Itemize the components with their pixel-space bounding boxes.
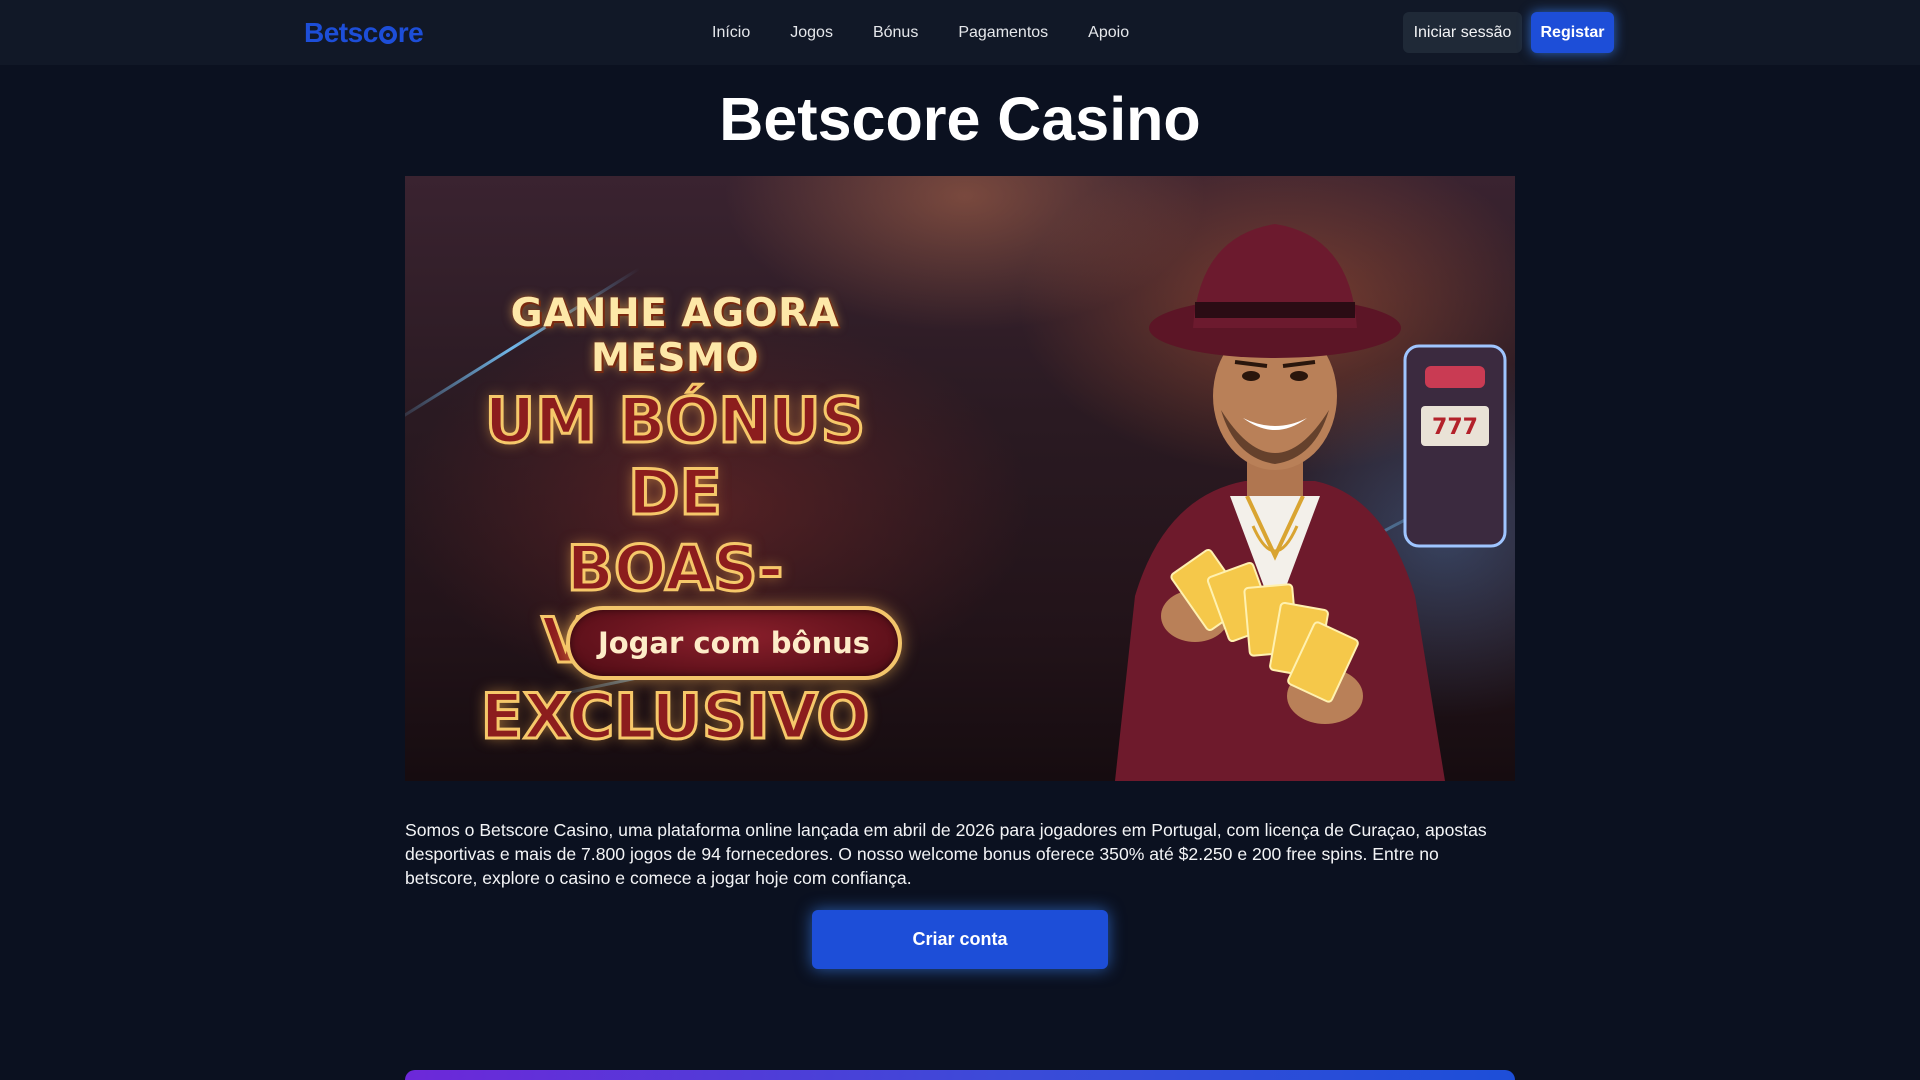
banner-headline-line-1: GANHE AGORA MESMO [510, 291, 840, 381]
nav-item-bonus[interactable]: Bónus [853, 24, 938, 42]
slot-machine-icon: 777 [1403, 344, 1507, 548]
banner-headline: GANHE AGORA MESMO UM BÓNUS DE BOAS-VINDA… [455, 291, 895, 754]
play-with-bonus-button[interactable]: Jogar com bônus [566, 606, 902, 680]
welcome-bonus-banner[interactable]: 777 GANHE AGORA MESMO UM BÓNUS DE BOAS- … [405, 176, 1515, 781]
logo-text-end: re [397, 17, 424, 48]
banner-headline-line-4: EXCLUSIVO [479, 679, 870, 754]
logo-text-start: Betsc [304, 17, 378, 48]
main-nav: Início Jogos Bónus Pagamentos Apoio [692, 0, 1149, 65]
next-section-banner-edge [405, 1070, 1515, 1080]
nav-item-apoio[interactable]: Apoio [1068, 24, 1149, 42]
nav-item-pagamentos[interactable]: Pagamentos [938, 24, 1068, 42]
svg-text:777: 777 [1432, 415, 1478, 440]
intro-paragraph: Somos o Betscore Casino, uma plataforma … [405, 820, 1487, 888]
top-navigation-bar: Betsc re Início Jogos Bónus Pagamentos A… [0, 0, 1920, 65]
nav-item-jogos[interactable]: Jogos [770, 24, 853, 42]
soccer-ball-icon [378, 26, 397, 44]
banner-headline-line-2: UM BÓNUS DE [483, 383, 866, 530]
register-button[interactable]: Registar [1531, 12, 1614, 53]
casino-host-illustration: 777 [1115, 224, 1507, 781]
login-button[interactable]: Iniciar sessão [1403, 12, 1522, 53]
betscore-logo[interactable]: Betsc re [304, 17, 424, 49]
create-account-button[interactable]: Criar conta [812, 910, 1108, 969]
page-title: Betscore Casino [719, 85, 1201, 153]
nav-item-inicio[interactable]: Início [692, 24, 770, 42]
